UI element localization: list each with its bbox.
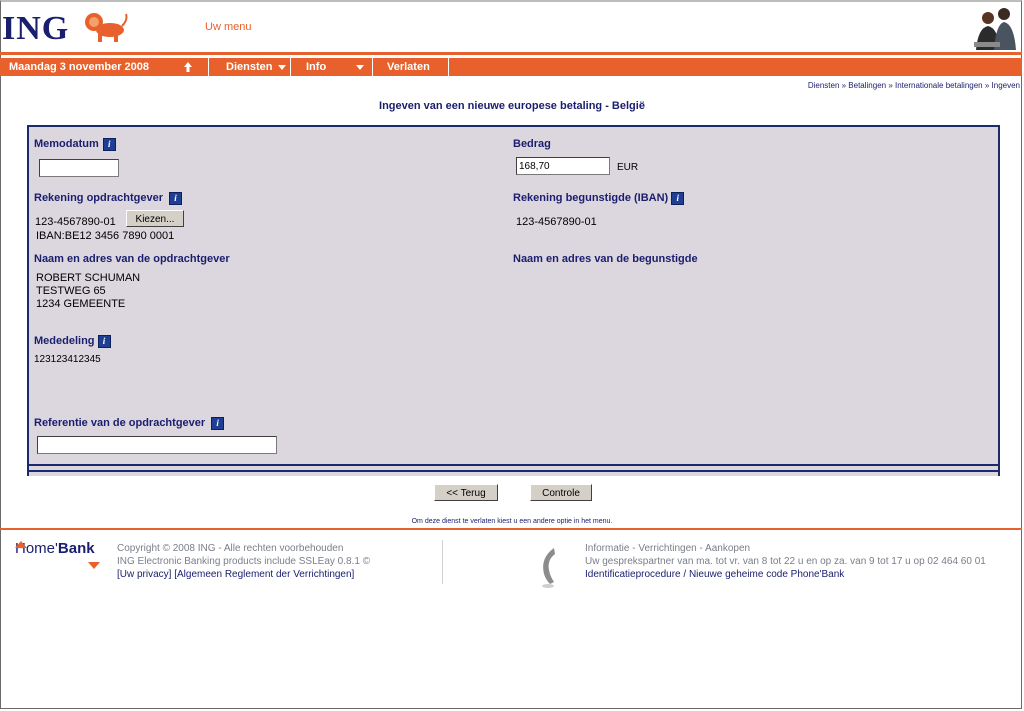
uw-menu-link[interactable]: Uw menu <box>205 21 251 33</box>
nav-item-verlaten[interactable]: Verlaten <box>387 58 430 76</box>
products-text: ING Electronic Banking products include … <box>117 556 371 567</box>
rek-opdrachtgever-label: Rekening opdrachtgever i <box>34 192 182 205</box>
label-text: Rekening opdrachtgever <box>34 192 163 204</box>
header-divider <box>0 52 1022 55</box>
referentie-input[interactable] <box>37 436 277 454</box>
brand-bank: Bank <box>57 540 95 557</box>
nav-item-label: Diensten <box>226 61 273 73</box>
info-icon[interactable]: i <box>211 417 225 430</box>
lion-icon <box>85 13 128 42</box>
nav-item-info[interactable]: Info <box>306 58 365 76</box>
footer-links: [Uw privacy] [Algemeen Reglement der Ver… <box>117 568 354 581</box>
naam-opdrachtgever-label: Naam en adres van de opdrachtgever <box>34 253 230 265</box>
kiezen-button[interactable]: Kiezen... <box>126 210 184 227</box>
label-text: Memodatum <box>34 138 99 150</box>
info-icon[interactable]: i <box>97 335 111 348</box>
label-text: Mededeling <box>34 335 95 347</box>
info-icon[interactable]: i <box>168 192 182 205</box>
memodatum-label: Memodatum i <box>34 138 116 151</box>
rek-opdrachtgever-value: 123-4567890-01 <box>35 216 116 228</box>
logo-text: ING <box>2 10 70 47</box>
nav-item-label: Info <box>306 61 327 73</box>
info-title: Informatie - Verrichtingen - Aankopen <box>585 543 751 554</box>
mededeling-value: 123123412345 <box>34 354 101 365</box>
label-text: Rekening begunstigde (IBAN) <box>513 192 669 204</box>
phonebank-link[interactable]: Identificatieprocedure / Nieuwe geheime … <box>585 568 844 581</box>
controle-button[interactable]: Controle <box>530 484 592 501</box>
chevron-down-icon <box>278 64 287 70</box>
bedrag-input[interactable] <box>516 157 610 175</box>
currency-label: EUR <box>617 162 639 173</box>
info-icon[interactable]: i <box>671 192 685 205</box>
down-arrow-icon <box>88 562 100 569</box>
bedrag-label: Bedrag <box>513 138 551 150</box>
memodatum-input[interactable] <box>39 159 119 177</box>
up-arrow-icon <box>15 541 27 548</box>
address-line: 1234 GEMEENTE <box>36 298 126 310</box>
chevron-down-icon <box>356 64 365 70</box>
mededeling-label: Mededeling i <box>34 335 111 348</box>
phone-icon <box>542 548 555 588</box>
referentie-label: Referentie van de opdrachtgever i <box>34 417 225 430</box>
naam-begunstigde-label: Naam en adres van de begunstigde <box>513 253 698 265</box>
breadcrumb: Diensten » Betalingen » Internationale b… <box>807 81 1020 90</box>
panel-footer-lines <box>27 462 1000 476</box>
nav-bar: Maandag 3 november 2008 Diensten Info Ve… <box>0 58 1022 76</box>
info-icon[interactable]: i <box>102 138 116 151</box>
rek-begunstigde-value: 123-4567890-01 <box>516 216 597 228</box>
footer-divider <box>0 528 1022 530</box>
nav-item-diensten[interactable]: Diensten <box>226 58 287 76</box>
label-text: Referentie van de opdrachtgever <box>34 417 206 429</box>
address-line: ROBERT SCHUMAN <box>36 272 141 284</box>
terug-button[interactable]: << Terug <box>434 484 498 501</box>
customers-photo <box>968 4 1020 52</box>
info-hours: Uw gesprekspartner van ma. tot vr. van 8… <box>585 556 986 567</box>
exit-note: Om deze dienst te verlaten kiest u een a… <box>411 518 613 525</box>
address-line: TESTWEG 65 <box>36 285 106 297</box>
payment-form-panel <box>27 125 1000 464</box>
footer-separator <box>442 540 443 584</box>
copyright-text: Copyright © 2008 ING - Alle rechten voor… <box>117 543 344 554</box>
rek-begunstigde-label: Rekening begunstigde (IBAN) i <box>513 192 685 205</box>
nav-date: Maandag 3 november 2008 <box>9 61 150 73</box>
home-arrow-icon[interactable] <box>183 61 193 73</box>
page-title: Ingeven van een nieuwe europese betaling… <box>379 100 645 112</box>
iban-value: IBAN:BE12 3456 7890 0001 <box>36 230 175 242</box>
privacy-link[interactable]: [Uw privacy] <box>117 569 171 580</box>
reglement-link[interactable]: [Algemeen Reglement der Verrichtingen] <box>174 569 354 580</box>
